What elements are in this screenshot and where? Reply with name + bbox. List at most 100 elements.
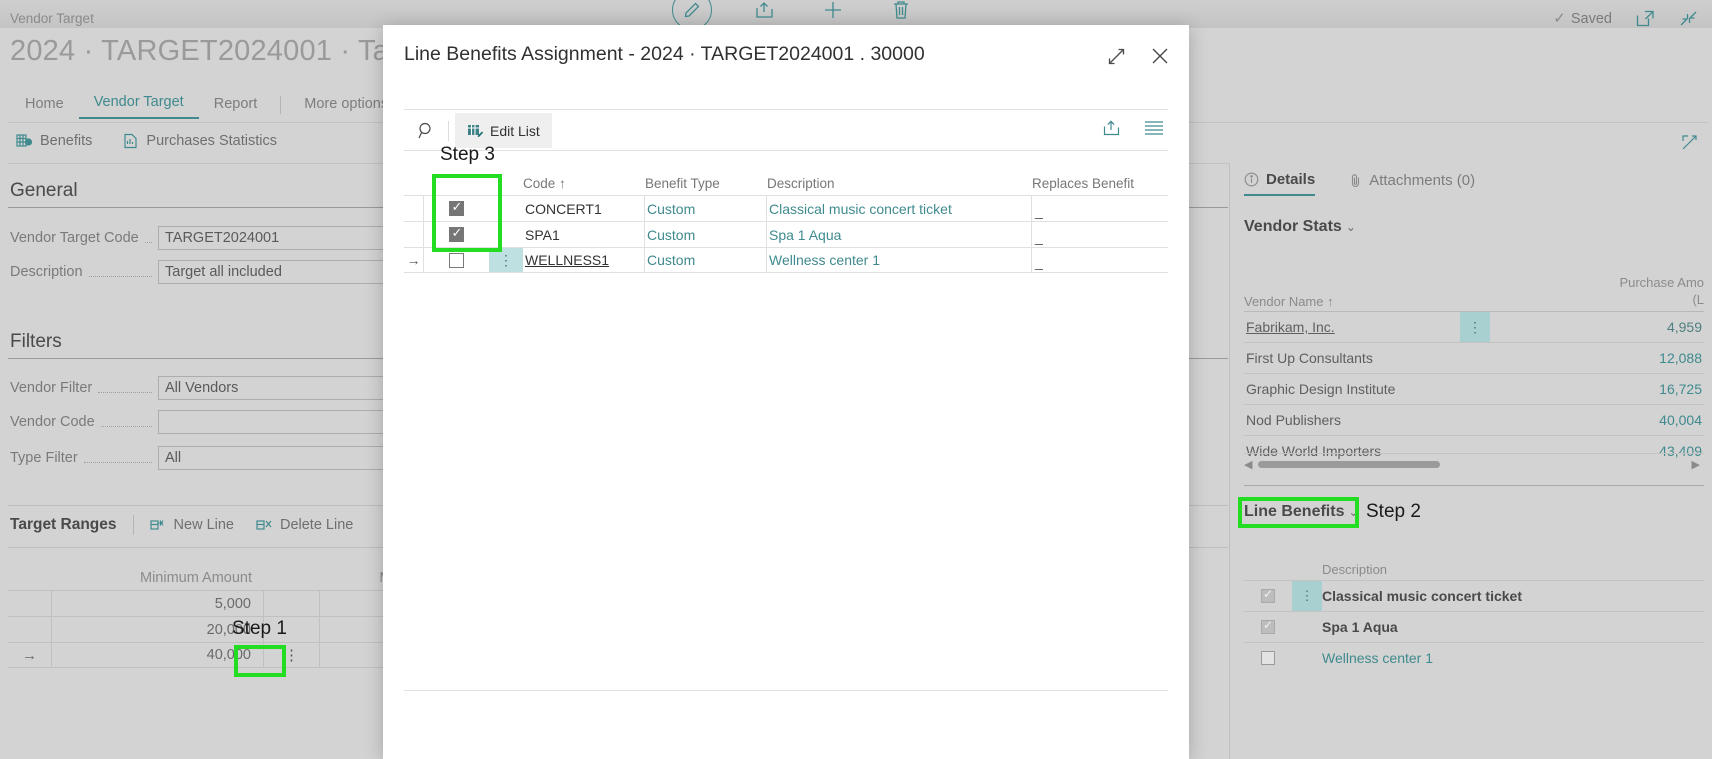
- benefit-description[interactable]: Wellness center 1: [1322, 650, 1704, 666]
- table-row[interactable]: Nod Publishers 40,004: [1244, 404, 1704, 435]
- expand-icon[interactable]: [1103, 43, 1129, 69]
- vendor-stats-heading[interactable]: Vendor Stats ⌄: [1244, 218, 1356, 236]
- col-code[interactable]: Code ↑: [523, 176, 645, 191]
- cell-code[interactable]: CONCERT1: [523, 196, 645, 221]
- table-row[interactable]: SPA1 Custom Spa 1 Aqua _: [404, 221, 1168, 247]
- description-input[interactable]: Target all included: [158, 260, 418, 284]
- row-checkbox[interactable]: [1244, 618, 1292, 634]
- table-row[interactable]: First Up Consultants 12,088: [1244, 342, 1704, 373]
- col-description: Description: [1322, 562, 1388, 577]
- cell-minimum-amount[interactable]: 40,000: [52, 642, 264, 668]
- vendor-code-input[interactable]: [158, 410, 418, 434]
- field-vendor-filter: Vendor Filter All Vendors: [10, 376, 418, 400]
- row-menu-button[interactable]: ⋮: [1292, 580, 1322, 612]
- open-in-excel-icon[interactable]: [1144, 120, 1164, 141]
- tab-home[interactable]: Home: [10, 94, 79, 119]
- cell-replaces-benefit[interactable]: _: [1032, 196, 1162, 221]
- line-benefits-heading[interactable]: Line Benefits ⌄: [1244, 503, 1359, 521]
- row-checkbox[interactable]: [423, 196, 489, 221]
- cell-minimum-amount[interactable]: 5,000: [52, 590, 264, 617]
- vendor-stats-table: Vendor Name ↑ Purchase Amo (L Fabrikam, …: [1244, 263, 1704, 466]
- table-row[interactable]: Fabrikam, Inc. ⋮ 4,959: [1244, 311, 1704, 343]
- tab-vendor-target[interactable]: Vendor Target: [78, 92, 199, 119]
- row-menu-button[interactable]: [489, 222, 523, 247]
- col-benefit-type[interactable]: Benefit Type: [645, 176, 767, 191]
- purchases-statistics-icon: [122, 133, 139, 149]
- list-item[interactable]: Wellness center 1: [1244, 642, 1704, 673]
- pin-pane-icon[interactable]: [1681, 134, 1698, 156]
- target-ranges-column-headers: Minimum Amount Minim: [8, 560, 428, 590]
- row-menu-button[interactable]: ⋮: [264, 642, 320, 668]
- cell-description[interactable]: Classical music concert ticket: [767, 196, 1032, 221]
- vendor-target-code-input[interactable]: TARGET2024001: [158, 226, 418, 250]
- leader-dots: [83, 453, 152, 463]
- code-value: SPA1: [525, 226, 560, 243]
- cell-benefit-type[interactable]: Custom: [645, 196, 767, 221]
- row-menu-button[interactable]: ⋮: [489, 248, 523, 272]
- tab-attachments[interactable]: Attachments (0): [1349, 171, 1475, 196]
- close-icon[interactable]: [1147, 43, 1173, 69]
- table-row[interactable]: 20,000: [8, 616, 428, 643]
- cell-replaces-benefit[interactable]: _: [1032, 248, 1162, 272]
- code-value: CONCERT1: [525, 200, 602, 217]
- vendor-filter-input[interactable]: All Vendors: [158, 376, 418, 400]
- share-icon[interactable]: [750, 0, 780, 25]
- search-icon[interactable]: [404, 122, 448, 139]
- toolbar-divider: [448, 120, 449, 141]
- cell-code[interactable]: WELLNESS1: [523, 248, 645, 272]
- col-purchase-amount-2: (L: [1692, 292, 1704, 308]
- scroll-right-icon[interactable]: ▶: [1692, 458, 1704, 471]
- row-checkbox[interactable]: [1244, 587, 1292, 603]
- col-replaces-benefit[interactable]: Replaces Benefit: [1032, 176, 1162, 191]
- cell-benefit-type[interactable]: Custom: [645, 222, 767, 247]
- trash-icon[interactable]: [886, 0, 916, 25]
- action-bar: Benefits Purchases Statistics: [16, 133, 277, 149]
- table-row[interactable]: 5,000: [8, 590, 428, 617]
- cell-code[interactable]: SPA1: [523, 222, 645, 247]
- purchases-statistics-action[interactable]: Purchases Statistics: [122, 133, 277, 149]
- check-icon: ✓: [1553, 10, 1566, 27]
- open-in-new-window-icon[interactable]: [1636, 10, 1655, 27]
- field-vendor-target-code: Vendor Target Code TARGET2024001: [10, 226, 418, 250]
- benefits-action[interactable]: Benefits: [16, 133, 92, 149]
- col-description[interactable]: Description: [767, 176, 1032, 191]
- list-item[interactable]: Spa 1 Aqua: [1244, 611, 1704, 642]
- cell-replaces-benefit[interactable]: _: [1032, 222, 1162, 247]
- delete-line-button[interactable]: Delete Line: [256, 517, 353, 533]
- list-item[interactable]: ⋮ Classical music concert ticket: [1244, 580, 1704, 612]
- row-checkbox[interactable]: [423, 222, 489, 247]
- tab-details[interactable]: Details: [1244, 171, 1316, 196]
- row-menu-button[interactable]: ⋮: [1460, 312, 1490, 343]
- table-row[interactable]: → ⋮ WELLNESS1 Custom Wellness center 1 _: [404, 247, 1168, 273]
- table-row[interactable]: CONCERT1 Custom Classical music concert …: [404, 195, 1168, 221]
- table-row[interactable]: Graphic Design Institute 16,725: [1244, 373, 1704, 404]
- scrollbar-thumb[interactable]: [1258, 461, 1441, 468]
- details-pane-tabs: Details Attachments (0): [1244, 171, 1475, 196]
- edit-list-button[interactable]: Edit List: [455, 113, 552, 148]
- table-row[interactable]: → 40,000 ⋮: [8, 642, 428, 668]
- nav-divider: [280, 96, 282, 114]
- type-filter-input[interactable]: All: [158, 446, 418, 470]
- scroll-left-icon[interactable]: ◀: [1244, 458, 1252, 471]
- vendor-filter-label: Vendor Filter: [10, 380, 93, 396]
- plus-icon[interactable]: [818, 0, 848, 25]
- benefit-description: Classical music concert ticket: [1322, 588, 1522, 604]
- collapse-icon[interactable]: [1679, 10, 1698, 27]
- row-checkbox[interactable]: [423, 248, 489, 272]
- vendor-name-value[interactable]: Nod Publishers: [1244, 412, 1341, 428]
- share-icon[interactable]: [1102, 119, 1122, 142]
- row-menu-button[interactable]: [489, 196, 523, 221]
- cell-description[interactable]: Spa 1 Aqua: [767, 222, 1032, 247]
- purchase-amount-value: 16,725: [1659, 381, 1702, 397]
- cell-row-menu[interactable]: [264, 590, 320, 617]
- cell-description[interactable]: Wellness center 1: [767, 248, 1032, 272]
- vendor-name-value[interactable]: First Up Consultants: [1244, 350, 1373, 366]
- horizontal-scrollbar[interactable]: ◀ ▶: [1244, 453, 1704, 475]
- new-line-button[interactable]: New Line: [149, 517, 234, 533]
- vendor-name-value[interactable]: Graphic Design Institute: [1244, 381, 1395, 397]
- cell-benefit-type[interactable]: Custom: [645, 248, 767, 272]
- row-indicator: [8, 616, 52, 643]
- tab-report[interactable]: Report: [199, 94, 273, 119]
- vendor-name-link[interactable]: Fabrikam, Inc.: [1244, 319, 1335, 335]
- row-checkbox[interactable]: [1244, 651, 1292, 665]
